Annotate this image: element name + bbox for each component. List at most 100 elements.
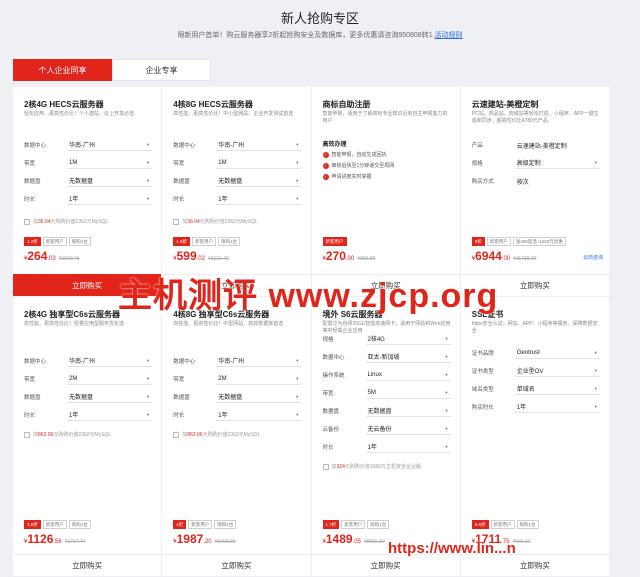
new-user-badge: 新客用户 <box>490 520 515 529</box>
option-row: 域名类型 单域名 ▼ <box>472 383 600 395</box>
option-value: 2核4G <box>367 337 385 343</box>
caret-down-icon: ▼ <box>146 358 150 363</box>
addon-checkbox[interactable] <box>173 431 180 438</box>
option-row: 规格 高级定制 ▼ <box>472 157 600 169</box>
original-price: ¥300.00 <box>357 256 376 262</box>
price-row: ¥6944.00 ¥11738.00 <box>472 249 537 263</box>
caret-down-icon: ▼ <box>444 390 449 395</box>
buy-button[interactable]: 立即购买 <box>13 554 162 576</box>
option-value: 无数据盘 <box>367 409 392 415</box>
addon-promo[interactable]: 加 862.06 元购购价值2362元MySQL <box>24 431 154 438</box>
option-label: 规格 <box>471 161 483 167</box>
option-select[interactable]: 1年 ▼ <box>365 442 451 453</box>
badge-row: 新客用户 <box>322 237 349 246</box>
option-select[interactable]: 1M ▼ <box>216 158 302 169</box>
price-decimal: .20 <box>203 539 212 545</box>
buy-button[interactable]: 立即购买 <box>460 554 609 576</box>
feature-text: 申请进度实时掌握 <box>331 174 372 180</box>
tab-enterprise-only[interactable]: 企业专享 <box>112 59 211 81</box>
option-select[interactable]: 华南-广州 ▼ <box>216 140 302 151</box>
option-row: 带宽 1M ▼ <box>24 157 152 169</box>
option-label: 数据中心 <box>24 359 47 365</box>
option-select[interactable]: 无数据盘 ▼ <box>67 392 152 403</box>
option-select[interactable]: 1年 ▼ <box>216 194 302 205</box>
option-select[interactable]: 单域名 ▼ <box>514 384 600 395</box>
option-value: 华南-广州 <box>69 143 95 149</box>
option-select[interactable]: Geotrust ▼ <box>514 348 600 359</box>
option-label: 带宽 <box>24 161 36 167</box>
discount-badge: 3.9折 <box>24 520 41 529</box>
product-name: 2核4G HECS云服务器 <box>24 100 104 109</box>
caret-down-icon: ▼ <box>295 160 300 165</box>
option-select[interactable]: 华南-广州 ▼ <box>67 140 152 151</box>
option-select[interactable]: 2核4G ▼ <box>365 334 451 345</box>
option-select[interactable]: 1年 ▼ <box>67 410 152 421</box>
product-description: 智能申报，适用于了解商标专业知识且有自主申报能力的用户 <box>322 111 448 124</box>
caret-down-icon: ▼ <box>146 196 150 201</box>
price-decimal: .00 <box>345 256 355 262</box>
promo-price: 324 <box>336 463 345 470</box>
addon-promo[interactable]: 加 36.04 元购购价值2362元MySQL <box>173 218 303 225</box>
option-select[interactable]: 无云备份 ▼ <box>365 424 451 435</box>
option-value: 1M <box>69 159 78 166</box>
option-value: 无数据盘 <box>69 179 94 185</box>
price-value: 1126 <box>27 532 54 546</box>
option-select[interactable]: 2M ▼ <box>216 374 302 385</box>
option-row: 数据盘 无数据盘 ▼ <box>323 405 451 417</box>
buy-button[interactable]: 立即购买 <box>311 554 460 576</box>
option-row: 数据盘 无数据盘 ▼ <box>173 175 302 187</box>
limit-badge: 限购1台 <box>516 520 539 529</box>
watermark: 主机测评 www.zjcp.org <box>118 277 499 315</box>
option-select[interactable]: 2M ▼ <box>67 374 152 385</box>
option-label: 带宽 <box>322 391 334 397</box>
option-label: 数据盘 <box>24 395 41 401</box>
option-select[interactable]: 企业型OV ▼ <box>514 366 600 377</box>
option-select[interactable]: 华南-广州 ▼ <box>216 356 302 367</box>
option-row: 数据中心 华南-广州 ▼ <box>173 139 302 151</box>
promo-suffix: 元购购价值2362元MySQL <box>50 219 109 225</box>
option-select[interactable]: 1M ▼ <box>67 158 152 169</box>
addon-promo[interactable]: 加 862.06 元购购价值2362元MySQL <box>173 431 303 438</box>
option-label: 购买时长 <box>471 405 494 411</box>
option-value: 云速建站-美橙定制 <box>516 143 567 150</box>
addon-checkbox[interactable] <box>24 431 30 438</box>
addon-promo[interactable]: 加 36.04 元购购价值2362元MySQL <box>24 218 154 225</box>
option-select[interactable]: 1年 ▼ <box>216 410 302 421</box>
discount-badge: 5折 <box>471 237 485 246</box>
option-select[interactable]: 无数据盘 ▼ <box>216 176 302 187</box>
product-card: 云速建站-美橙定制 PC站、商品站、商城站等轻松打造，小程序、APP一键生成和同… <box>460 87 610 297</box>
addon-checkbox[interactable] <box>24 218 30 225</box>
option-select[interactable]: Linux ▼ <box>365 370 451 381</box>
option-label: 规格 <box>322 337 334 343</box>
tab-personal-enterprise[interactable]: 个人企业同享 <box>13 59 112 81</box>
product-description: 轻松应用、更高性价比！个人建站、云上开发必选 <box>24 111 135 117</box>
option-select[interactable]: 无数据盘 ▼ <box>67 176 152 187</box>
option-row: 数据盘 无数据盘 ▼ <box>24 175 152 187</box>
option-select[interactable]: 1年 ▼ <box>514 402 600 413</box>
addon-checkbox[interactable] <box>173 218 180 225</box>
price-decimal: .02 <box>196 256 205 262</box>
service-consult-link[interactable]: 云商咨询 <box>583 254 603 261</box>
caret-down-icon: ▼ <box>593 350 598 355</box>
option-select[interactable]: 亚太-新加坡 ▼ <box>365 352 451 363</box>
addon-promo[interactable]: 加 324 元购购价值1080元主机安全企业版 <box>322 463 453 470</box>
option-select[interactable]: 1年 ▼ <box>67 194 152 205</box>
buy-button[interactable]: 立即购买 <box>162 554 311 576</box>
option-select[interactable]: 5M ▼ <box>365 388 451 399</box>
caret-down-icon: ▼ <box>444 372 449 377</box>
caret-down-icon: ▼ <box>444 444 449 449</box>
rules-link[interactable]: 活动规则 <box>435 32 463 39</box>
discount-badge: 8.6折 <box>471 520 489 529</box>
tab-bar: 个人企业同享 企业专享 <box>13 59 211 81</box>
option-label: 时长 <box>24 197 36 203</box>
product-card: 境外 S6云服务器 配置华为自研25GE智能高速网卡，适用于网站和Web应用等中… <box>311 297 461 577</box>
option-select[interactable]: 无数据盘 ▼ <box>365 406 451 417</box>
caret-down-icon: ▼ <box>593 368 598 373</box>
option-select[interactable]: 华南-广州 ▼ <box>67 356 152 367</box>
addon-checkbox[interactable] <box>322 463 329 470</box>
product-name: 4核8G HECS云服务器 <box>173 100 253 109</box>
option-select[interactable]: 无数据盘 ▼ <box>216 392 302 403</box>
promo-price: 36.04 <box>187 218 200 225</box>
option-select[interactable]: 高级定制 ▼ <box>514 158 600 169</box>
option-row: 时长 1年 ▼ <box>24 193 152 205</box>
